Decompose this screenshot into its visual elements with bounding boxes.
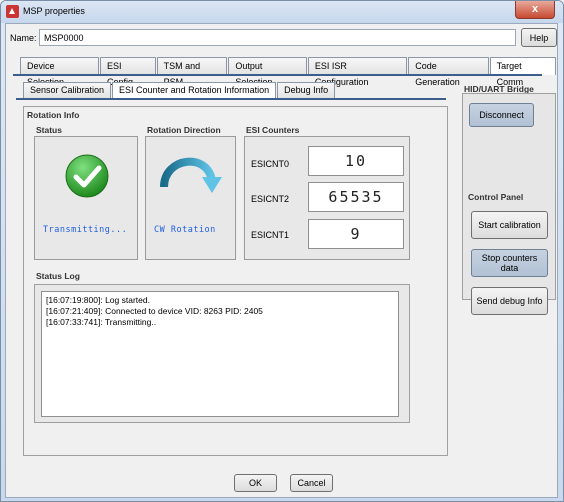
subtab-esi-counter-rotation[interactable]: ESI Counter and Rotation Information bbox=[112, 82, 277, 98]
esicnt0-value: 10 bbox=[308, 146, 404, 176]
tab-code-generation[interactable]: Code Generation bbox=[408, 57, 489, 87]
stop-counters-data-button[interactable]: Stop counters data bbox=[471, 249, 548, 277]
check-icon bbox=[65, 154, 109, 198]
status-log-title: Status Log bbox=[36, 271, 80, 281]
status-text: Transmitting... bbox=[43, 225, 128, 235]
dialog-window: MSP properties x Name: Help Device Selec… bbox=[0, 0, 564, 502]
rotation-direction-text: CW Rotation bbox=[154, 225, 216, 235]
esicnt1-label: ESICNT1 bbox=[251, 230, 290, 240]
close-button[interactable]: x bbox=[515, 1, 555, 19]
name-input[interactable] bbox=[39, 29, 516, 46]
rotation-direction-box: CW Rotation bbox=[145, 136, 236, 260]
status-box: Transmitting... bbox=[34, 136, 138, 260]
esicnt2-label: ESICNT2 bbox=[251, 194, 290, 204]
send-debug-info-button[interactable]: Send debug Info bbox=[471, 287, 548, 315]
tab-underline bbox=[13, 74, 542, 76]
status-log-area[interactable]: [16:07:19:800]: Log started. [16:07:21:4… bbox=[41, 291, 399, 417]
title-bar[interactable]: MSP properties x bbox=[1, 1, 563, 23]
start-calibration-button[interactable]: Start calibration bbox=[471, 211, 548, 239]
subtab-debug-info[interactable]: Debug Info bbox=[277, 82, 336, 98]
esicnt0-label: ESICNT0 bbox=[251, 159, 290, 169]
window-title: MSP properties bbox=[23, 6, 85, 16]
tab-output-selection[interactable]: Output Selection bbox=[228, 57, 307, 87]
close-icon: x bbox=[531, 3, 539, 15]
status-title: Status bbox=[36, 125, 62, 135]
tab-device-selection[interactable]: Device Selection bbox=[20, 57, 99, 87]
tab-esi-isr-configuration[interactable]: ESI ISR Configuration bbox=[307, 57, 408, 87]
rotation-info-title: Rotation Info bbox=[27, 110, 80, 120]
main-tab-bar: Device Selection ESI Config TSM and PSM … bbox=[20, 57, 557, 87]
esicnt1-value: 9 bbox=[308, 219, 404, 249]
esi-counters-title: ESI Counters bbox=[246, 125, 300, 135]
control-panel-title: Control Panel bbox=[468, 192, 524, 202]
esicnt2-value: 65535 bbox=[308, 182, 404, 212]
log-line: [16:07:21:409]: Connected to device VID:… bbox=[46, 306, 263, 316]
subtab-underline bbox=[16, 98, 446, 100]
help-button[interactable]: Help bbox=[521, 28, 557, 47]
subtab-sensor-calibration[interactable]: Sensor Calibration bbox=[23, 82, 112, 98]
disconnect-button[interactable]: Disconnect bbox=[469, 103, 534, 127]
rotation-direction-title: Rotation Direction bbox=[147, 125, 221, 135]
log-line: [16:07:19:800]: Log started. bbox=[46, 295, 150, 305]
clockwise-arrow-icon bbox=[160, 157, 222, 193]
tab-target-comm[interactable]: Target Comm bbox=[489, 57, 556, 87]
app-logo-icon bbox=[6, 5, 19, 18]
sub-tab-bar: Sensor Calibration ESI Counter and Rotat… bbox=[23, 82, 336, 98]
cancel-button[interactable]: Cancel bbox=[290, 474, 333, 492]
ok-button[interactable]: OK bbox=[234, 474, 277, 492]
dialog-client: Name: Help Device Selection ESI Config T… bbox=[5, 23, 558, 498]
esi-counters-box: ESICNT0 10 ESICNT2 65535 ESICNT1 9 bbox=[244, 136, 410, 260]
tab-esi-config[interactable]: ESI Config bbox=[99, 57, 156, 87]
name-label: Name: bbox=[10, 33, 37, 43]
tab-tsm-and-psm[interactable]: TSM and PSM bbox=[156, 57, 228, 87]
log-line: [16:07:33:741]: Transmitting.. bbox=[46, 317, 157, 327]
right-control-panel: Disconnect Control Panel Start calibrati… bbox=[462, 93, 556, 315]
